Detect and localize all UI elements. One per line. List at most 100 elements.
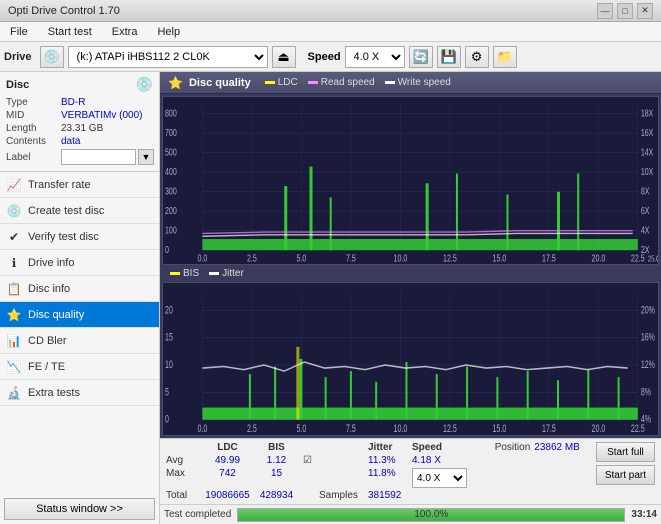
- start-part-button[interactable]: Start part: [596, 465, 655, 485]
- svg-text:7.5: 7.5: [346, 252, 356, 263]
- close-button[interactable]: ✕: [637, 3, 653, 19]
- svg-text:22.5: 22.5: [631, 252, 645, 263]
- bis-color-dot: [170, 272, 180, 275]
- main-area: Disc 💿 Type BD-R MID VERBATIMv (000) Len…: [0, 72, 661, 524]
- stats-header-bis: BIS: [254, 442, 299, 453]
- disc-info-icon: 📋: [6, 281, 22, 297]
- svg-text:GB: GB: [656, 253, 658, 263]
- label-btn[interactable]: ▼: [138, 149, 154, 165]
- ldc-legend-label: LDC: [278, 77, 298, 88]
- write-speed-color-dot: [385, 81, 395, 84]
- drive-icon-btn[interactable]: 💿: [40, 46, 64, 68]
- minimize-button[interactable]: —: [597, 3, 613, 19]
- menu-start-test[interactable]: Start test: [44, 24, 96, 40]
- chart2-legend-bar: BIS Jitter: [162, 267, 659, 280]
- cd-bler-icon: 📊: [6, 333, 22, 349]
- max-speed-select-area: 4.0 X Max: [412, 468, 467, 488]
- menubar: File Start test Extra Help: [0, 22, 661, 42]
- svg-text:5.0: 5.0: [296, 252, 306, 263]
- fe-te-icon: 📉: [6, 359, 22, 375]
- svg-text:8X: 8X: [641, 185, 650, 196]
- svg-text:700: 700: [165, 127, 177, 138]
- svg-text:20.0: 20.0: [592, 423, 606, 435]
- svg-text:0.0: 0.0: [197, 423, 207, 435]
- svg-text:15.0: 15.0: [493, 252, 507, 263]
- save-btn[interactable]: 📁: [493, 46, 517, 68]
- label-input[interactable]: [61, 149, 136, 165]
- stats-header-jitter: Jitter: [368, 442, 408, 453]
- speed-target-select[interactable]: 4.0 X Max: [412, 468, 467, 488]
- top-chart-svg: 0 100 200 300 400 500 700 800 2X 4X 6X 8…: [163, 97, 658, 264]
- drive-label: Drive: [4, 51, 32, 63]
- progress-bar-container: 100.0%: [237, 508, 625, 522]
- nav-create-test-disc[interactable]: 💿 Create test disc: [0, 198, 159, 224]
- disc-panel-icon[interactable]: 💿: [136, 76, 153, 93]
- chart-legend: LDC Read speed Write speed: [265, 77, 451, 88]
- max-empty2: [319, 468, 364, 488]
- nav-transfer-rate[interactable]: 📈 Transfer rate: [0, 172, 159, 198]
- start-full-button[interactable]: Start full: [596, 442, 655, 462]
- nav-disc-info-label: Disc info: [28, 283, 70, 295]
- avg-ldc: 49.99: [205, 455, 250, 466]
- nav-disc-quality[interactable]: ⭐ Disc quality: [0, 302, 159, 328]
- drive-info-icon: ℹ: [6, 255, 22, 271]
- svg-text:10.0: 10.0: [394, 252, 408, 263]
- maximize-button[interactable]: □: [617, 3, 633, 19]
- disc-btn[interactable]: 💾: [437, 46, 461, 68]
- svg-text:500: 500: [165, 146, 177, 157]
- eject-btn[interactable]: ⏏: [272, 46, 296, 68]
- nav-drive-info[interactable]: ℹ Drive info: [0, 250, 159, 276]
- svg-text:100: 100: [165, 224, 177, 235]
- nav-fe-te[interactable]: 📉 FE / TE: [0, 354, 159, 380]
- svg-text:22.5: 22.5: [631, 423, 645, 435]
- nav-verify-test-disc[interactable]: ✔ Verify test disc: [0, 224, 159, 250]
- svg-text:300: 300: [165, 185, 177, 196]
- disc-panel-title: Disc: [6, 79, 29, 91]
- verify-test-disc-icon: ✔: [6, 229, 22, 245]
- top-chart: 0 100 200 300 400 500 700 800 2X 4X 6X 8…: [162, 96, 659, 265]
- svg-text:18X: 18X: [641, 107, 654, 118]
- progress-text: 100.0%: [238, 509, 624, 521]
- type-value: BD-R: [61, 97, 153, 108]
- menu-extra[interactable]: Extra: [108, 24, 142, 40]
- nav-extra-tests[interactable]: 🔬 Extra tests: [0, 380, 159, 406]
- settings-btn[interactable]: ⚙: [465, 46, 489, 68]
- svg-text:0: 0: [165, 244, 169, 255]
- refresh-btn[interactable]: 🔄: [409, 46, 433, 68]
- nav-disc-info[interactable]: 📋 Disc info: [0, 276, 159, 302]
- avg-empty: [319, 455, 364, 466]
- nav-transfer-rate-label: Transfer rate: [28, 179, 91, 191]
- stats-header-speed: Speed: [412, 442, 467, 453]
- nav-fe-te-label: FE / TE: [28, 361, 65, 373]
- svg-text:400: 400: [165, 166, 177, 177]
- svg-text:12.5: 12.5: [443, 252, 457, 263]
- avg-bis: 1.12: [254, 455, 299, 466]
- stats-area: LDC BIS Jitter Speed Avg 49.99 1.12 ☑ 11…: [160, 438, 661, 504]
- nav-drive-info-label: Drive info: [28, 257, 74, 269]
- svg-text:0: 0: [165, 413, 169, 425]
- svg-text:4X: 4X: [641, 224, 650, 235]
- time-display: 33:14: [631, 509, 657, 520]
- stats-header-ldc: LDC: [205, 442, 250, 453]
- total-ldc: 19086665: [205, 490, 250, 501]
- legend-ldc: LDC: [265, 77, 298, 88]
- status-window-btn[interactable]: Status window >>: [4, 498, 155, 520]
- drive-select[interactable]: (k:) ATAPi iHBS112 2 CL0K: [68, 46, 268, 68]
- nav-items: 📈 Transfer rate 💿 Create test disc ✔ Ver…: [0, 172, 159, 406]
- samples-val: 381592: [368, 490, 423, 501]
- max-label: Max: [166, 468, 201, 488]
- speed-select[interactable]: 4.0 X Max: [345, 46, 405, 68]
- content-header: ⭐ Disc quality LDC Read speed Write spee…: [160, 72, 661, 94]
- svg-text:14X: 14X: [641, 146, 654, 157]
- svg-text:15: 15: [165, 331, 173, 343]
- position-area: Position 23862 MB: [495, 442, 580, 453]
- menu-help[interactable]: Help: [153, 24, 184, 40]
- read-speed-legend-label: Read speed: [321, 77, 375, 88]
- titlebar: Opti Drive Control 1.70 — □ ✕: [0, 0, 661, 22]
- charts-area: 0 100 200 300 400 500 700 800 2X 4X 6X 8…: [160, 94, 661, 438]
- nav-cd-bler[interactable]: 📊 CD Bler: [0, 328, 159, 354]
- ldc-color-dot: [265, 81, 275, 84]
- svg-text:5: 5: [165, 386, 169, 398]
- menu-file[interactable]: File: [6, 24, 32, 40]
- nav-verify-test-disc-label: Verify test disc: [28, 231, 99, 243]
